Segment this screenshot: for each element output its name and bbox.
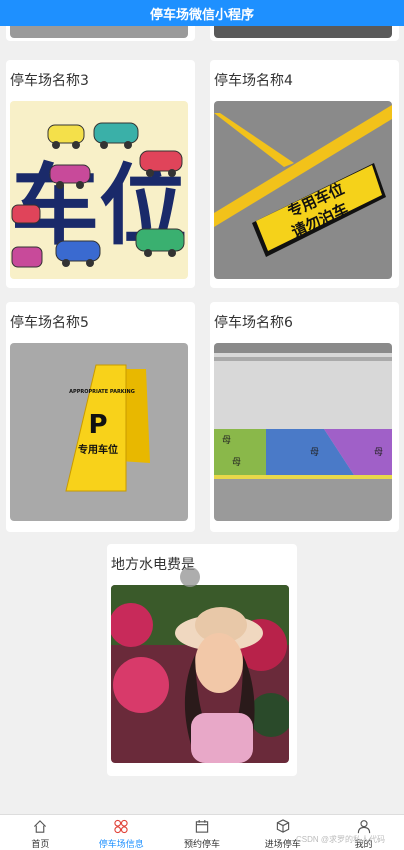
parking-lot-image xyxy=(10,26,188,38)
parking-sign-stand-image: APPROPRIATE PARKING P 专用车位 xyxy=(10,343,188,521)
user-icon xyxy=(357,820,370,834)
tab-label: 首页 xyxy=(31,839,50,849)
parking-card-title: 停车场名称4 xyxy=(214,73,293,89)
svg-text:母: 母 xyxy=(232,457,241,468)
tab-parking-info[interactable]: 停车场信息 xyxy=(81,815,162,850)
calendar-icon xyxy=(195,819,209,833)
parking-lot-image: 专用车位 请勿泊车 xyxy=(214,101,392,279)
svg-text:母: 母 xyxy=(374,447,383,458)
watermark: CSDN @求罗的私人代码 xyxy=(296,835,386,844)
tab-reserve-parking[interactable]: 预约停车 xyxy=(162,815,243,850)
parking-lot-image xyxy=(214,26,392,38)
woman-portrait-image xyxy=(111,585,289,763)
parking-card-partial-2[interactable] xyxy=(210,26,399,41)
parking-lot-list[interactable]: 停车场名称3 车位 停车场名称4 专用车位 请勿泊车 停车场名称5 APPROP… xyxy=(0,26,404,814)
home-icon xyxy=(34,820,47,833)
parking-card-partial-1[interactable] xyxy=(6,26,195,41)
colored-parking-floor-image: 母 母 母 母 xyxy=(214,343,392,521)
overlay-dot xyxy=(180,567,200,587)
parking-lot-image: APPROPRIATE PARKING P 专用车位 xyxy=(10,343,188,521)
parking-lot-image: 母 母 母 母 xyxy=(214,343,392,521)
svg-text:母: 母 xyxy=(310,447,319,458)
parking-card-3[interactable]: 停车场名称3 车位 xyxy=(6,60,195,288)
parking-card-4[interactable]: 停车场名称4 专用车位 请勿泊车 xyxy=(210,60,399,288)
app-title: 停车场微信小程序 xyxy=(149,6,254,22)
parking-card-title: 停车场名称5 xyxy=(10,315,89,331)
parking-card-title: 停车场名称6 xyxy=(214,315,293,331)
tab-home[interactable]: 首页 xyxy=(0,815,81,850)
parking-lot-image xyxy=(111,585,289,763)
parking-lot-image: 车位 xyxy=(10,101,188,279)
parking-spot-cartoon-image: 车位 xyxy=(10,101,188,279)
parking-card-6[interactable]: 停车场名称6 母 母 母 母 xyxy=(210,302,399,532)
parking-card-5[interactable]: 停车场名称5 APPROPRIATE PARKING P 专用车位 xyxy=(6,302,195,532)
app-header: 停车场微信小程序 xyxy=(0,0,404,26)
reserved-spot-sign-image: 专用车位 请勿泊车 xyxy=(214,101,392,279)
tab-label: 停车场信息 xyxy=(98,839,144,849)
svg-text:APPROPRIATE PARKING: APPROPRIATE PARKING xyxy=(69,389,135,395)
parking-card-title: 停车场名称3 xyxy=(10,73,89,89)
svg-text:母: 母 xyxy=(222,435,231,446)
parking-info-icon xyxy=(114,819,128,834)
svg-text:专用车位: 专用车位 xyxy=(78,443,118,456)
parking-card-7[interactable]: 地方水电费是 xyxy=(107,544,297,776)
tab-label: 预约停车 xyxy=(183,839,220,849)
car-enter-icon xyxy=(276,819,289,833)
svg-text:P: P xyxy=(88,410,107,440)
